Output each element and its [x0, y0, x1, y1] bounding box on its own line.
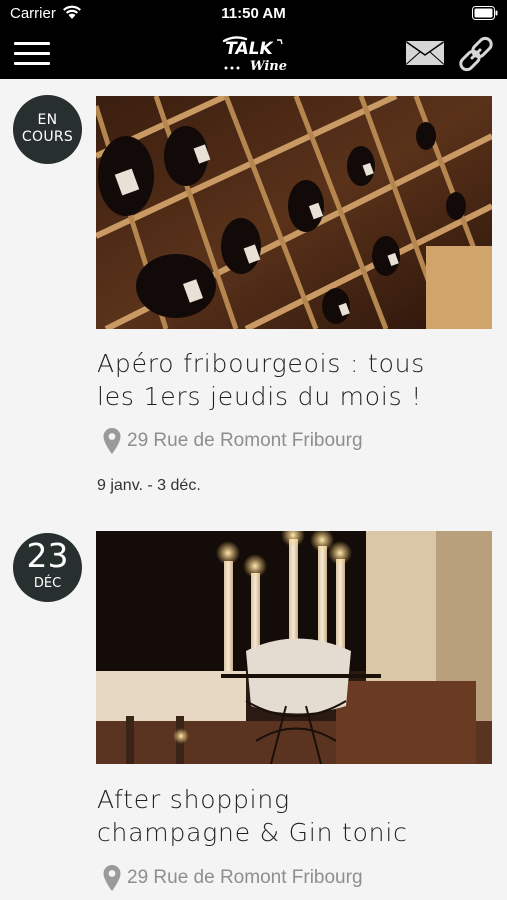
- badge-line-2: COURS: [21, 129, 74, 145]
- event-date-badge: 23 DÉC: [13, 533, 82, 602]
- menu-icon[interactable]: [14, 40, 50, 66]
- event-title-line-2: champagne & Gin tonic: [97, 818, 408, 847]
- status-bar: Carrier 11:50 AM: [0, 0, 507, 28]
- nav-bar: TALK Wine: [0, 28, 507, 79]
- logo-text-top: TALK: [223, 39, 275, 59]
- mail-icon[interactable]: [405, 39, 445, 67]
- location-pin-icon: [103, 428, 121, 454]
- event-card[interactable]: 23 DÉC After shopping champagne & Gin to…: [0, 515, 507, 900]
- location-pin-icon: [103, 865, 121, 891]
- talk-wine-logo[interactable]: TALK Wine: [220, 32, 290, 76]
- event-status-badge: EN COURS: [13, 95, 82, 164]
- event-title-line-1: Apéro fribourgeois : tous: [97, 349, 426, 378]
- event-title[interactable]: After shopping champagne & Gin tonic: [97, 783, 497, 849]
- event-title-line-1: After shopping: [97, 785, 290, 814]
- event-title[interactable]: Apéro fribourgeois : tous les 1ers jeudi…: [97, 347, 497, 413]
- badge-day: 23: [26, 536, 69, 575]
- clock: 11:50 AM: [221, 5, 286, 22]
- candles-photo[interactable]: [96, 531, 492, 764]
- event-dates: 9 janv. - 3 déc.: [97, 477, 201, 494]
- battery-icon: [472, 6, 498, 20]
- event-card[interactable]: EN COURS Apéro fribourgeois: tous les 1…: [0, 79, 507, 515]
- event-title-line-2: les 1ers jeudis du mois !: [97, 382, 423, 411]
- link-icon[interactable]: [456, 34, 496, 74]
- wine-cellar-photo[interactable]: [96, 96, 492, 329]
- badge-month: DÉC: [33, 576, 62, 591]
- location-text: 29 Rue de Romont Fribourg: [127, 867, 363, 888]
- badge-line-1: EN: [37, 112, 58, 128]
- logo-text-bottom: Wine: [250, 59, 287, 74]
- location-text: 29 Rue de Romont Fribourg: [127, 430, 363, 451]
